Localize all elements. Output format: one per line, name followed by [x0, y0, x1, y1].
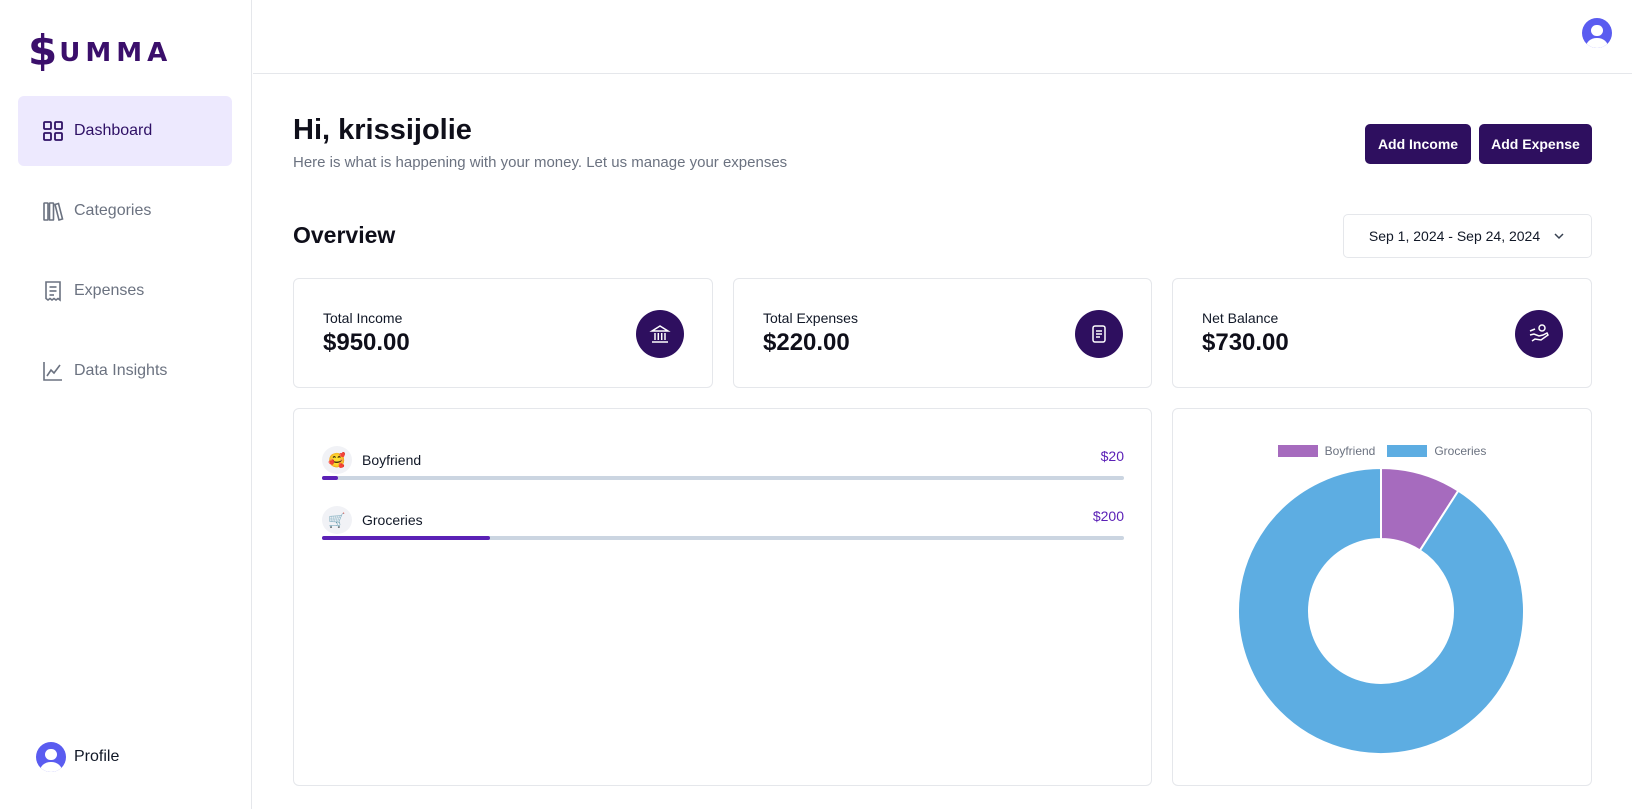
overview-title: Overview	[293, 222, 396, 248]
profile-label: Profile	[74, 748, 120, 765]
progress-track	[322, 536, 1124, 540]
progress-track	[322, 476, 1124, 480]
sidebar-item-dashboard[interactable]: Dashboard	[18, 96, 232, 166]
stat-label: Total Expenses	[763, 310, 858, 326]
sidebar-item-label: Categories	[74, 202, 152, 219]
line-chart-icon	[42, 360, 64, 382]
chevron-down-icon	[1552, 229, 1566, 243]
brand-dollar: $	[28, 26, 58, 75]
expense-donut-panel: Boyfriend Groceries	[1172, 408, 1592, 786]
add-expense-button[interactable]: Add Expense	[1479, 124, 1592, 164]
sidebar-item-label: Expenses	[74, 282, 145, 299]
avatar	[36, 742, 66, 772]
sidebar-profile[interactable]: Profile	[36, 742, 119, 772]
category-amount: $20	[1100, 448, 1124, 464]
receipt-icon	[1075, 310, 1123, 358]
total-income-card: Total Income $950.00	[293, 278, 713, 388]
date-range-value: Sep 1, 2024 - Sep 24, 2024	[1368, 228, 1541, 244]
bank-icon	[636, 310, 684, 358]
stat-value: $220.00	[763, 329, 850, 356]
progress-fill	[322, 536, 491, 540]
receipt-icon	[42, 280, 64, 302]
sidebar: $ UMMA Dashboard Categories Expenses Dat…	[0, 0, 252, 809]
page-title: Hi, krissijolie	[293, 114, 472, 146]
donut-chart	[1237, 466, 1525, 755]
category-name: Groceries	[362, 512, 423, 528]
grid-icon	[42, 120, 64, 142]
list-item[interactable]: 🛒 Groceries $200	[322, 506, 1124, 546]
brand-name: UMMA	[59, 38, 173, 68]
stat-value: $730.00	[1202, 329, 1289, 356]
user-avatar[interactable]	[1582, 18, 1612, 48]
stat-value: $950.00	[323, 329, 410, 356]
top-bar	[253, 0, 1632, 74]
progress-fill	[322, 476, 339, 480]
sidebar-item-data-insights[interactable]: Data Insights	[18, 336, 232, 406]
category-emoji-icon: 🥰	[322, 446, 352, 474]
sidebar-item-categories[interactable]: Categories	[18, 176, 232, 246]
list-item[interactable]: 🥰 Boyfriend $20	[322, 446, 1124, 486]
category-emoji-icon: 🛒	[322, 506, 352, 534]
hand-coins-icon	[1515, 310, 1563, 358]
page-subtitle: Here is what is happening with your mone…	[293, 154, 788, 171]
brand-logo[interactable]: $ UMMA	[28, 28, 172, 74]
date-range-picker[interactable]: Sep 1, 2024 - Sep 24, 2024	[1343, 214, 1592, 258]
stat-label: Total Income	[323, 310, 403, 326]
category-amount: $200	[1092, 508, 1124, 524]
net-balance-card: Net Balance $730.00	[1172, 278, 1592, 388]
category-breakdown-panel: 🥰 Boyfriend $20 🛒 Groceries $200	[293, 408, 1152, 786]
stat-label: Net Balance	[1202, 310, 1279, 326]
category-name: Boyfriend	[362, 452, 422, 468]
sidebar-item-label: Data Insights	[74, 362, 168, 379]
sidebar-item-expenses[interactable]: Expenses	[18, 256, 232, 326]
library-icon	[42, 200, 64, 222]
donut-slice-groceries[interactable]	[1237, 466, 1525, 755]
add-income-button[interactable]: Add Income	[1365, 124, 1471, 164]
sidebar-item-label: Dashboard	[74, 122, 153, 139]
total-expenses-card: Total Expenses $220.00	[733, 278, 1152, 388]
